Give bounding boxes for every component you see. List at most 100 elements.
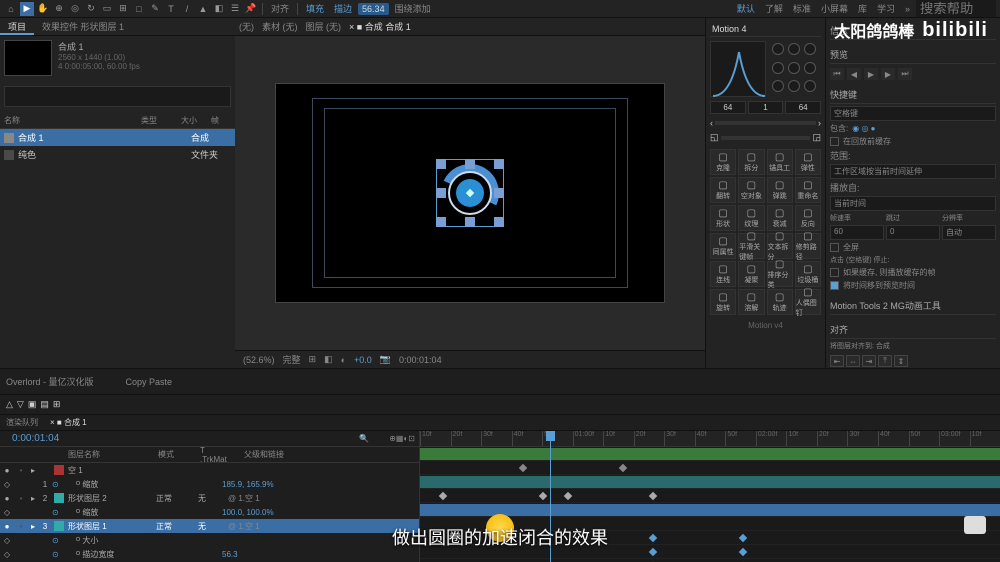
transform-handle[interactable] — [436, 159, 446, 169]
col-size[interactable]: 大小 — [181, 115, 211, 126]
composition-canvas[interactable] — [275, 83, 665, 303]
align-right-icon[interactable]: ⇥ — [862, 355, 876, 367]
motion-button[interactable]: ▢平滑关键帧 — [738, 233, 764, 259]
motion-button[interactable]: ▢弹性 — [795, 149, 821, 175]
col-type[interactable]: 类型 — [141, 115, 181, 126]
playhead-handle-icon[interactable] — [546, 431, 555, 441]
timeline-layer-row[interactable]: ◇⊙ᴼ 缩放100.0, 100.0% — [0, 505, 419, 519]
hand-tool-icon[interactable]: ✋ — [36, 2, 50, 16]
motion-button[interactable]: ▢纹理 — [738, 205, 764, 231]
workspace-more-icon[interactable]: » — [901, 4, 914, 14]
project-item-solids[interactable]: 纯色 文件夹 — [0, 146, 235, 163]
skip-field[interactable]: 0 — [886, 225, 940, 240]
timeline-layer-row[interactable]: ◇⊙ᴼ 大小 — [0, 533, 419, 547]
help-search-input[interactable] — [916, 0, 996, 17]
comp-tab-none1[interactable]: (无) — [239, 20, 254, 33]
brush-tool-icon[interactable]: / — [180, 2, 194, 16]
motion-button[interactable]: ▢溶解 — [738, 289, 764, 315]
transform-handle[interactable] — [465, 217, 475, 227]
workspace-lib[interactable]: 库 — [854, 2, 871, 15]
keyframe-icon[interactable] — [649, 548, 657, 556]
last-frame-icon[interactable]: ⏭ — [898, 68, 912, 80]
motion-button[interactable]: ▢反向 — [795, 205, 821, 231]
zoom-tool-icon[interactable]: ⊕ — [52, 2, 66, 16]
motion-button[interactable]: ▢空对象 — [738, 177, 764, 203]
range-dropdown[interactable]: 工作区域按当前时间延伸 — [830, 164, 996, 179]
mask-icon[interactable]: ◧ — [324, 354, 333, 365]
easing-preset[interactable] — [788, 62, 800, 74]
motion-button[interactable]: ▢凝聚 — [738, 261, 764, 287]
keyframe-icon[interactable] — [739, 534, 747, 542]
layer-bar[interactable] — [420, 476, 1000, 488]
motion-button[interactable]: ▢重命名 — [795, 177, 821, 203]
tl-tool-icon[interactable]: △ — [6, 399, 13, 410]
keyframe-icon[interactable] — [619, 464, 627, 472]
camera-tool-icon[interactable]: ▭ — [100, 2, 114, 16]
motion-button[interactable]: ▢旋转 — [710, 289, 736, 315]
tl-icon[interactable]: ⊕ — [389, 434, 396, 443]
workspace-learn[interactable]: 了解 — [761, 2, 787, 15]
motion-button[interactable]: ▢轨迹 — [767, 289, 793, 315]
easing-preset[interactable] — [804, 80, 816, 92]
speed-slider[interactable] — [721, 136, 811, 140]
transform-handle[interactable] — [494, 159, 504, 169]
timeline-comp-tab[interactable]: × ■ 合成 1 — [50, 417, 87, 428]
easing-preset[interactable] — [772, 80, 784, 92]
easing-curve-display[interactable] — [710, 41, 766, 97]
motion-button[interactable]: ▢垃圾桶 — [795, 261, 821, 287]
align-left-icon[interactable]: ⇤ — [830, 355, 844, 367]
timeline-layer-row[interactable]: ●•▸3形状图层 1正常无@ 1.空 1 — [0, 519, 419, 533]
workspace-standard[interactable]: 标准 — [789, 2, 815, 15]
current-time[interactable]: 0:00:01:04 — [4, 433, 67, 444]
res-field[interactable]: 自动 — [942, 225, 996, 240]
move-time-checkbox[interactable] — [830, 281, 839, 290]
motion-button[interactable]: ▢形状 — [710, 205, 736, 231]
stroke-label[interactable]: 描边 — [330, 2, 356, 15]
exposure-value[interactable]: +0.0 — [354, 355, 372, 365]
easing-preset[interactable] — [772, 43, 784, 55]
motion-button[interactable]: ▢修剪路径 — [795, 233, 821, 259]
stamp-tool-icon[interactable]: ▲ — [196, 2, 210, 16]
workspace-study[interactable]: 学习 — [873, 2, 899, 15]
transform-handle[interactable] — [436, 217, 446, 227]
fullscreen-checkbox[interactable] — [830, 243, 839, 252]
slider-icon[interactable]: ◲ — [812, 132, 821, 143]
transform-handle[interactable] — [494, 217, 504, 227]
project-search-input[interactable] — [4, 86, 231, 107]
timeline-layer-row[interactable]: ●•▸2形状图层 2正常无@ 1.空 1 — [0, 491, 419, 505]
easing-preset[interactable] — [772, 62, 784, 74]
easing-preset[interactable] — [788, 43, 800, 55]
shortcut-dropdown[interactable]: 空格键 — [830, 106, 996, 121]
stroke-width[interactable]: 56.34 — [358, 3, 389, 15]
transform-handle[interactable] — [436, 188, 446, 198]
keyframe-icon[interactable] — [539, 492, 547, 500]
slider-icon[interactable]: ◱ — [710, 132, 719, 143]
prev-frame-icon[interactable]: ◀ — [847, 68, 861, 80]
composition-viewer[interactable] — [235, 36, 705, 350]
zoom-value[interactable]: (52.6%) — [243, 355, 275, 365]
eraser-tool-icon[interactable]: ◧ — [212, 2, 226, 16]
tl-search-icon[interactable]: 🔍 — [359, 434, 369, 443]
easing-preset[interactable] — [804, 43, 816, 55]
orbit-tool-icon[interactable]: ◎ — [68, 2, 82, 16]
motion-button[interactable]: ▢文本拆分 — [767, 233, 793, 259]
puppet-tool-icon[interactable]: 📌 — [244, 2, 258, 16]
ease-slider[interactable] — [715, 121, 816, 125]
comp-tab-layer[interactable]: 图层 (无) — [306, 20, 342, 33]
align-hcenter-icon[interactable]: ⇔ — [846, 355, 860, 367]
tab-effect-controls[interactable]: 效果控件 形状图层 1 — [34, 18, 132, 35]
fps-field[interactable]: 60 — [830, 225, 884, 240]
tl-tool-icon[interactable]: ▽ — [17, 399, 24, 410]
align-top-icon[interactable]: ⤒ — [878, 355, 892, 367]
keyframe-icon[interactable] — [564, 492, 572, 500]
motion-button[interactable]: ▢连线 — [710, 261, 736, 287]
rect-tool-icon[interactable]: □ — [132, 2, 146, 16]
ease-mid-val[interactable]: 1 — [748, 101, 784, 114]
fill-label[interactable]: 填充 — [302, 2, 328, 15]
comp-tab-footage[interactable]: 素材 (无) — [262, 20, 298, 33]
col-mode[interactable]: 模式 — [152, 449, 194, 460]
render-queue-tab[interactable]: 渲染队列 — [6, 417, 38, 428]
tl-icon[interactable]: ▦ — [396, 434, 404, 443]
pen-tool-icon[interactable]: ✎ — [148, 2, 162, 16]
ease-out-val[interactable]: 64 — [785, 101, 821, 114]
